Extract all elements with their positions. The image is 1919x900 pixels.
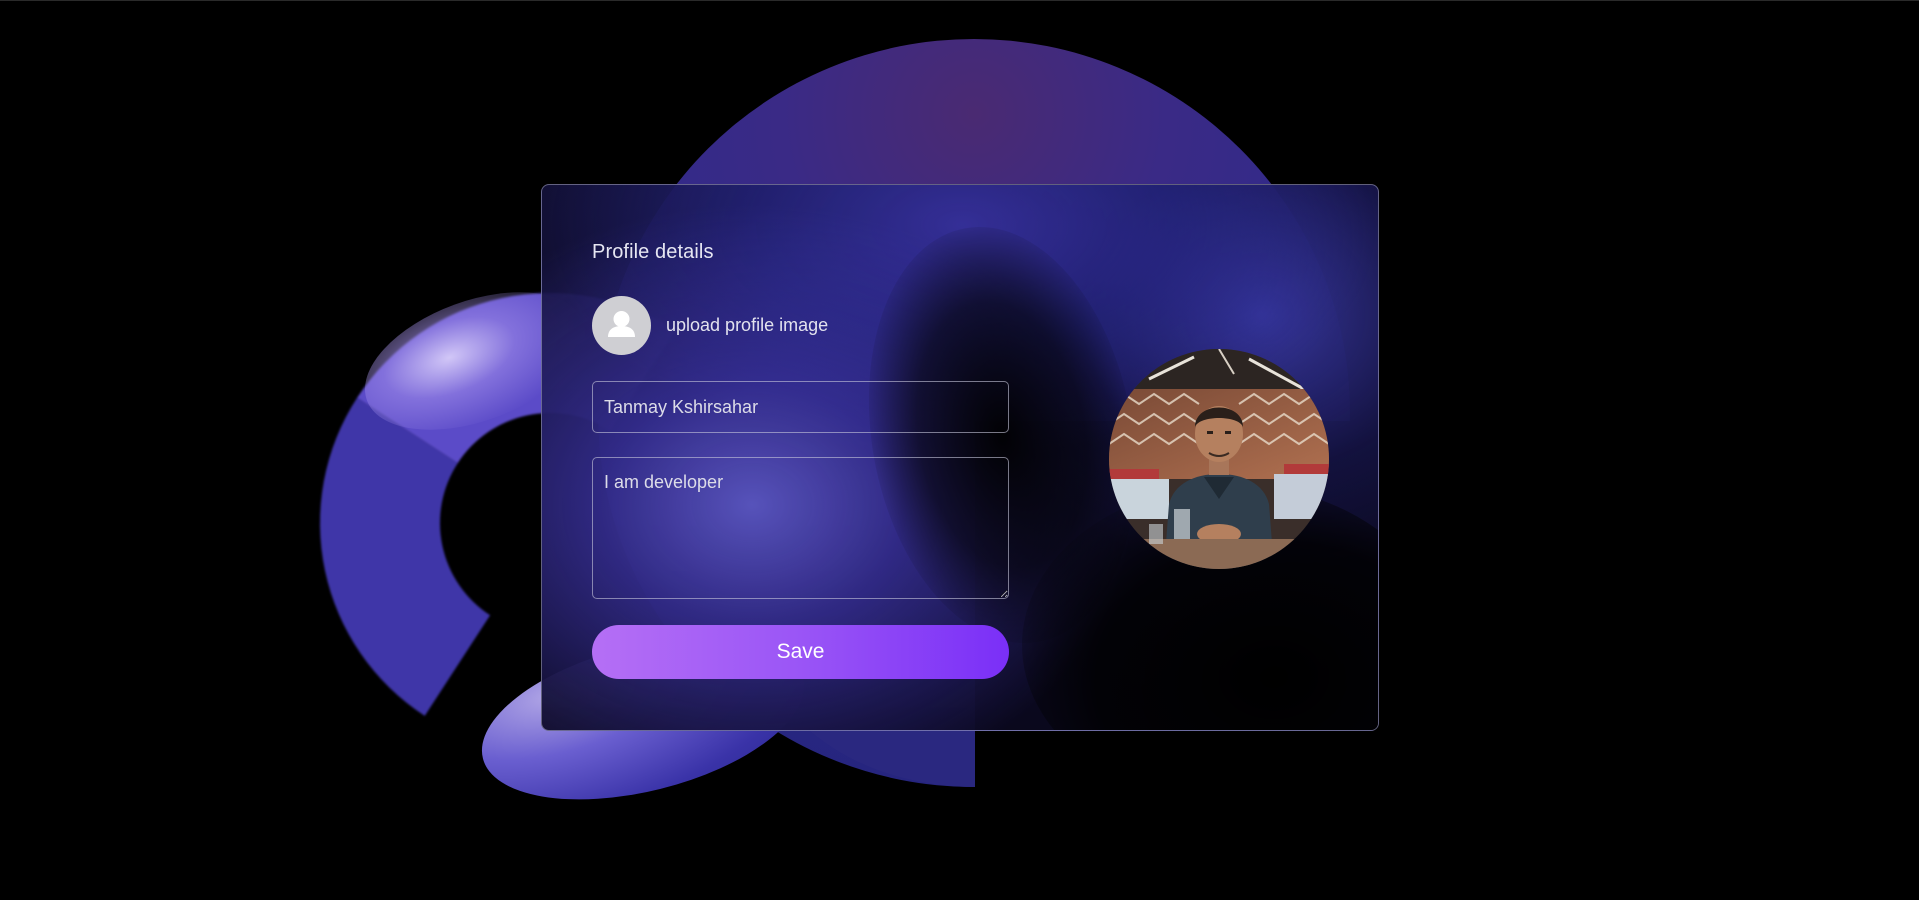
page-title: Profile details bbox=[592, 241, 714, 263]
profile-card: Profile details upload profile image I a… bbox=[541, 184, 1379, 731]
name-field[interactable] bbox=[592, 381, 1009, 433]
upload-profile-image[interactable]: upload profile image bbox=[592, 296, 828, 355]
user-icon[interactable] bbox=[592, 296, 651, 355]
save-button[interactable]: Save bbox=[592, 625, 1009, 679]
profile-photo bbox=[1109, 349, 1329, 569]
upload-label[interactable]: upload profile image bbox=[666, 315, 828, 336]
page-background: Profile details upload profile image I a… bbox=[0, 0, 1919, 900]
bio-field[interactable]: I am developer bbox=[592, 457, 1009, 599]
